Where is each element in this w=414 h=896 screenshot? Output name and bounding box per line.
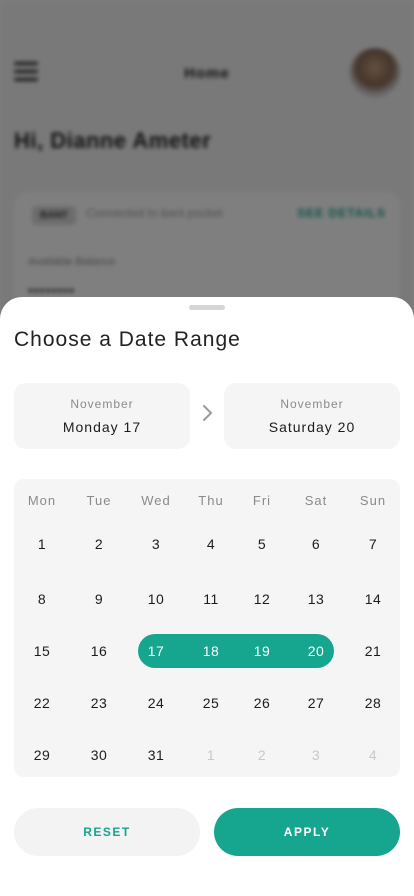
- calendar-day[interactable]: 12: [244, 587, 280, 611]
- calendar-day[interactable]: 9: [81, 587, 117, 611]
- calendar-day[interactable]: 14: [355, 587, 391, 611]
- calendar-grid: Mon Tue Wed Thu Fri Sat Sun 1 2 3 4 5 6 7 8 9 10 11 12 13 14…: [14, 479, 400, 777]
- calendar-day[interactable]: 8: [24, 587, 60, 611]
- calendar-day[interactable]: 16: [81, 639, 117, 663]
- calendar-day[interactable]: 28: [355, 691, 391, 715]
- calendar-day-next-month: 4: [368, 747, 378, 763]
- calendar-day[interactable]: 2: [81, 532, 117, 556]
- weekday-sat: Sat: [304, 493, 328, 508]
- sheet-title: Choose a Date Range: [14, 328, 241, 351]
- calendar-day[interactable]: 22: [24, 691, 60, 715]
- weekday-sun: Sun: [359, 493, 387, 508]
- calendar-day[interactable]: 31: [138, 743, 174, 767]
- calendar-day-selected[interactable]: 19: [244, 639, 280, 663]
- end-date-box[interactable]: November Saturday 20: [224, 383, 400, 449]
- calendar-day[interactable]: 7: [355, 532, 391, 556]
- calendar-day[interactable]: 30: [81, 743, 117, 767]
- calendar-day[interactable]: 3: [138, 532, 174, 556]
- weekday-tue: Tue: [86, 493, 112, 508]
- calendar-day-selected[interactable]: 18: [193, 639, 229, 663]
- reset-button[interactable]: RESET: [14, 808, 200, 856]
- sheet-grabber[interactable]: [189, 305, 225, 310]
- date-range-sheet: Choose a Date Range November Monday 17 N…: [0, 297, 414, 896]
- calendar-day[interactable]: 27: [298, 691, 334, 715]
- weekday-mon: Mon: [27, 493, 57, 508]
- calendar-day[interactable]: 29: [24, 743, 60, 767]
- weekday-fri: Fri: [252, 493, 272, 508]
- calendar-day[interactable]: 21: [355, 639, 391, 663]
- end-month: November: [280, 397, 344, 411]
- calendar-day[interactable]: 13: [298, 587, 334, 611]
- calendar-day-next-month: 3: [311, 747, 321, 763]
- calendar-day-next-month: 1: [206, 747, 216, 763]
- calendar-day[interactable]: 11: [193, 587, 229, 611]
- end-day: Saturday 20: [268, 419, 356, 435]
- calendar-day[interactable]: 24: [138, 691, 174, 715]
- calendar-day[interactable]: 23: [81, 691, 117, 715]
- apply-button[interactable]: APPLY: [214, 808, 400, 856]
- calendar-day[interactable]: 26: [244, 691, 280, 715]
- start-date-box[interactable]: November Monday 17: [14, 383, 190, 449]
- calendar-day[interactable]: 10: [138, 587, 174, 611]
- weekday-thu: Thu: [198, 493, 224, 508]
- calendar-day[interactable]: 1: [24, 532, 60, 556]
- calendar-day-next-month: 2: [257, 747, 267, 763]
- calendar-day[interactable]: 4: [193, 532, 229, 556]
- calendar-day[interactable]: 25: [193, 691, 229, 715]
- chevron-right-icon: [203, 405, 212, 421]
- calendar-day-selected[interactable]: 17: [138, 639, 174, 663]
- weekday-wed: Wed: [141, 493, 171, 508]
- calendar-day-selected[interactable]: 20: [298, 639, 334, 663]
- calendar-day[interactable]: 6: [298, 532, 334, 556]
- calendar-day[interactable]: 5: [244, 532, 280, 556]
- start-month: November: [70, 397, 134, 411]
- calendar-day[interactable]: 15: [24, 639, 60, 663]
- start-day: Monday 17: [62, 419, 142, 435]
